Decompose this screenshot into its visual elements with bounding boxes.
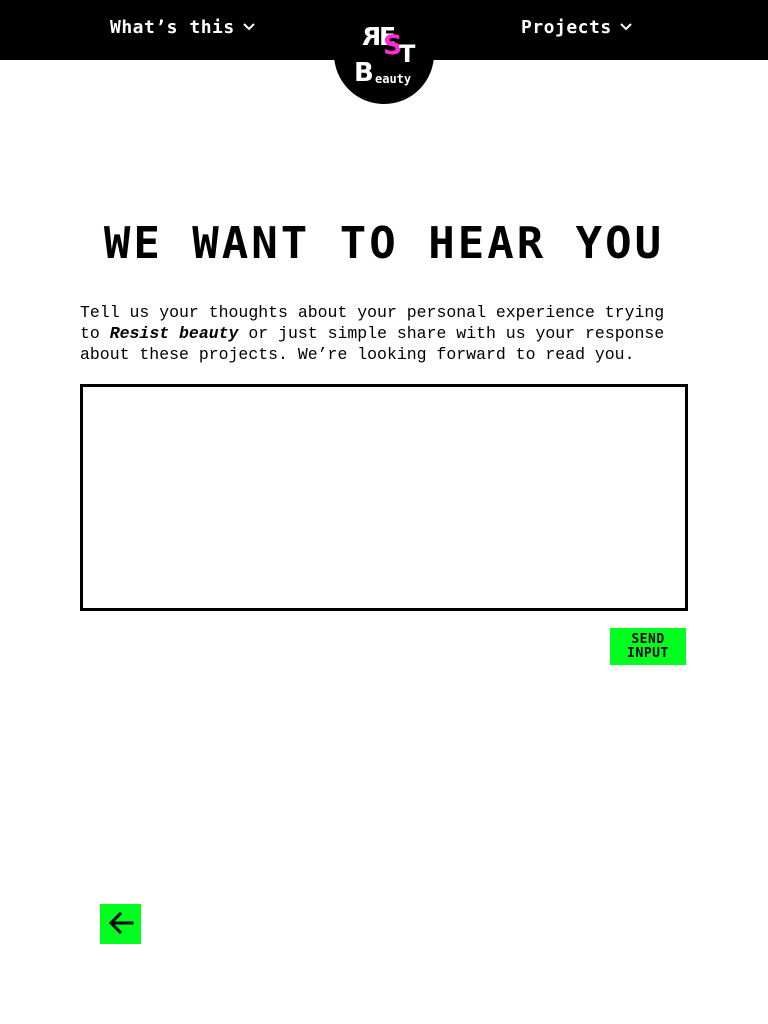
- chevron-down-icon: [619, 23, 632, 31]
- logo-lettering: R E S T B eauty: [334, 4, 434, 104]
- intro-emphasis: Resist beauty: [109, 324, 239, 343]
- resist-beauty-logo[interactable]: R E S T B eauty: [334, 4, 434, 104]
- nav-whats-this-label: What’s this: [110, 16, 235, 38]
- chevron-down-icon: [243, 23, 255, 31]
- send-input-button[interactable]: SEND INPUT: [610, 628, 686, 665]
- page-title: WE WANT TO HEAR YOU: [103, 218, 665, 269]
- nav-projects-label: Projects: [521, 16, 612, 38]
- intro-text: Tell us your thoughts about your persona…: [80, 302, 690, 365]
- nav-whats-this[interactable]: What’s this: [110, 14, 255, 40]
- nav-projects[interactable]: Projects: [521, 14, 632, 40]
- back-button[interactable]: [100, 904, 141, 944]
- send-button-label-line2: INPUT: [627, 645, 669, 661]
- send-button-label-line1: SEND: [631, 631, 665, 647]
- logo-word-eauty: eauty: [375, 72, 412, 86]
- arrow-left-icon: [108, 911, 134, 937]
- logo-letter-b: B: [354, 58, 374, 88]
- feedback-textarea[interactable]: [80, 384, 688, 611]
- logo-letter-t: T: [399, 40, 416, 68]
